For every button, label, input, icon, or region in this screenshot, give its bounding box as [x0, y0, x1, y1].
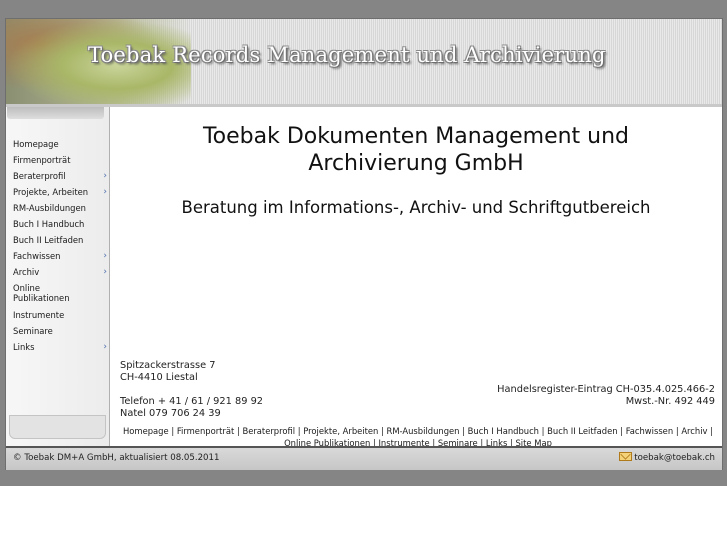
- sidebar-item-label: Links: [13, 342, 35, 352]
- footer-link[interactable]: Beraterprofil: [242, 426, 295, 436]
- sidebar-item[interactable]: Online Publikationen: [13, 283, 105, 310]
- address-city: CH-4410 Liestal: [120, 372, 198, 383]
- address-street: Spitzackerstrasse 7: [120, 360, 216, 371]
- sidebar-item-label: Buch II Leitfaden: [13, 235, 84, 245]
- sidebar-item[interactable]: Buch I Handbuch: [13, 219, 105, 235]
- envelope-icon[interactable]: [619, 452, 632, 461]
- sidebar-item-label: Beraterprofil: [13, 171, 66, 181]
- sidebar-item-label: Buch I Handbuch: [13, 219, 85, 229]
- sidebar-item-label: Online Publikationen: [13, 283, 70, 303]
- footer-link[interactable]: Projekte, Arbeiten: [303, 426, 378, 436]
- footer-link[interactable]: Firmenporträt: [177, 426, 234, 436]
- footer-separator: |: [539, 426, 548, 436]
- sidebar-item-label: Seminare: [13, 326, 53, 336]
- sidebar-item[interactable]: Firmenporträt: [13, 155, 105, 171]
- sidebar-item[interactable]: Instrumente: [13, 310, 105, 326]
- site-frame: Toebak Records Management und Archivieru…: [5, 18, 723, 470]
- footer-link[interactable]: Buch I Handbuch: [468, 426, 539, 436]
- sidebar-cap: [7, 107, 104, 119]
- vat-number: Mwst.-Nr. 492 449: [625, 396, 715, 407]
- chevron-right-icon: ›: [103, 251, 107, 261]
- chevron-right-icon: ›: [103, 187, 107, 197]
- company-name-line1: Toebak Dokumenten Management und: [202, 124, 630, 149]
- mobile-number: Natel 079 706 24 39: [120, 408, 221, 419]
- sidebar: Homepage Firmenporträt Beraterprofil › Proje…: [6, 107, 110, 446]
- header-banner: Toebak Records Management und Archivieru…: [6, 19, 722, 104]
- footer-separator: |: [707, 426, 713, 436]
- sidebar-footer: [9, 415, 106, 439]
- sidebar-item-label: Projekte, Arbeiten: [13, 187, 89, 197]
- sidebar-item-label: Archiv: [13, 267, 40, 277]
- tagline: Beratung im Informations-, Archiv- und S…: [181, 198, 651, 217]
- email-link[interactable]: toebak@toebak.ch: [634, 453, 715, 463]
- footer-link[interactable]: RM-Ausbildungen: [387, 426, 460, 436]
- footer-separator: |: [617, 426, 626, 436]
- footer-separator: |: [168, 426, 177, 436]
- site-title: Toebak Records Management und Archivieru…: [88, 43, 606, 67]
- sidebar-item[interactable]: Fachwissen ›: [13, 251, 107, 267]
- phone-number: Telefon + 41 / 61 / 921 89 92: [120, 396, 264, 407]
- footer-separator: |: [459, 426, 468, 436]
- sidebar-item[interactable]: RM-Ausbildungen: [13, 203, 105, 219]
- footer-separator: |: [378, 426, 387, 436]
- sidebar-item[interactable]: Homepage: [13, 139, 105, 155]
- sidebar-item-label: Firmenporträt: [13, 155, 71, 165]
- sidebar-item[interactable]: Projekte, Arbeiten ›: [13, 187, 107, 203]
- footer-link[interactable]: Archiv: [681, 426, 707, 436]
- sidebar-item[interactable]: Archiv ›: [13, 267, 107, 283]
- sidebar-item[interactable]: Beraterprofil ›: [13, 171, 107, 187]
- sidebar-item-label: Homepage: [13, 139, 59, 149]
- sidebar-item-label: RM-Ausbildungen: [13, 203, 86, 213]
- company-name-line2: Archivierung GmbH: [308, 151, 524, 176]
- commercial-register: Handelsregister-Eintrag CH-035.4.025.466…: [497, 384, 715, 395]
- sidebar-item[interactable]: Seminare: [13, 326, 105, 342]
- footer-link[interactable]: Homepage: [123, 426, 169, 436]
- main-content: Toebak Dokumenten Management und Archivi…: [110, 107, 722, 448]
- sidebar-item[interactable]: Buch II Leitfaden: [13, 235, 105, 251]
- company-name: Toebak Dokumenten Management und Archivi…: [110, 123, 722, 177]
- chevron-right-icon: ›: [103, 267, 107, 277]
- chevron-right-icon: ›: [103, 171, 107, 181]
- footer-link[interactable]: Fachwissen: [626, 426, 673, 436]
- copyright-text: © Toebak DM+A GmbH, aktualisiert 08.05.2…: [13, 453, 220, 463]
- status-bar: © Toebak DM+A GmbH, aktualisiert 08.05.2…: [6, 446, 722, 470]
- chevron-right-icon: ›: [103, 342, 107, 352]
- sidebar-item[interactable]: Links ›: [13, 342, 107, 358]
- sidebar-menu: Homepage Firmenporträt Beraterprofil › Proje…: [13, 139, 107, 358]
- sidebar-item-label: Instrumente: [13, 310, 65, 320]
- sidebar-item-label: Fachwissen: [13, 251, 61, 261]
- footer-link[interactable]: Buch II Leitfaden: [547, 426, 617, 436]
